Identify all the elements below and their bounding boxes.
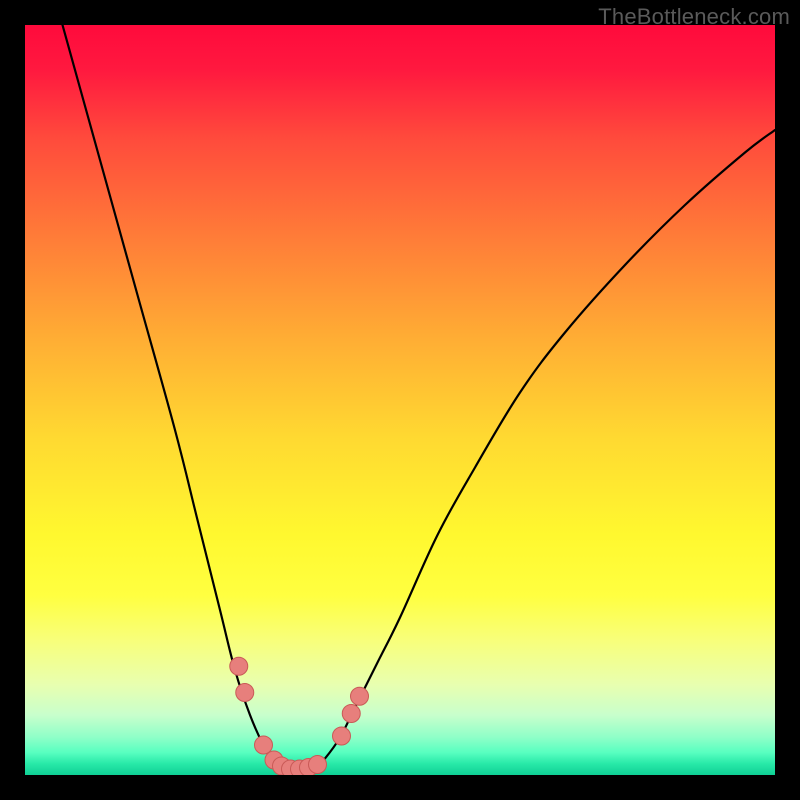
plot-area [25,25,775,775]
curve-marker [333,727,351,745]
watermark-text: TheBottleneck.com [598,4,790,30]
curve-marker [230,657,248,675]
curve-marker [309,756,327,774]
bottleneck-curve-svg [25,25,775,775]
curve-marker [342,705,360,723]
bottleneck-curve [63,25,776,771]
curve-marker [255,736,273,754]
curve-marker [236,684,254,702]
chart-frame: TheBottleneck.com [0,0,800,800]
curve-marker [351,687,369,705]
